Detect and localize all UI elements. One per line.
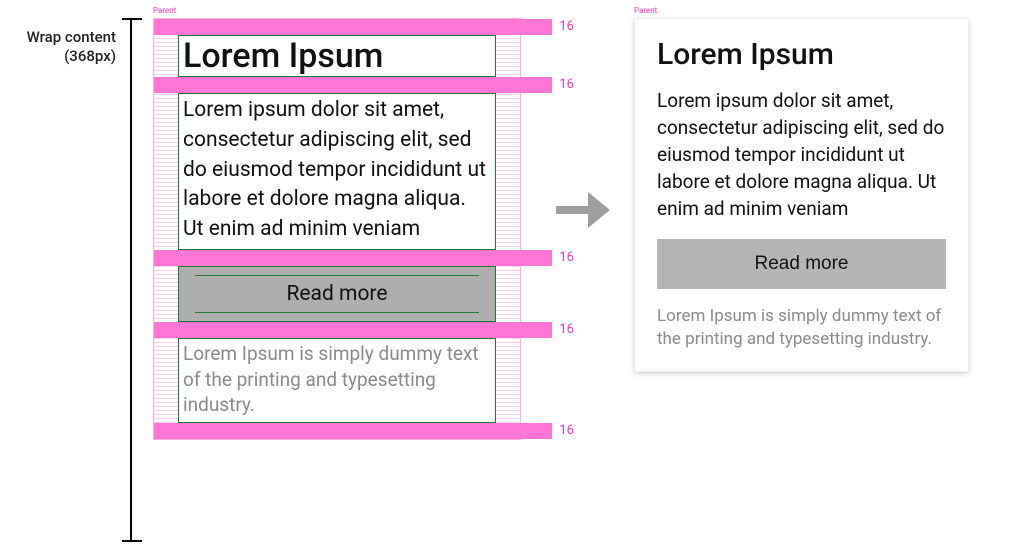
- blueprint-title-box: Lorem Ipsum: [178, 35, 496, 77]
- spacer-value: 16: [559, 322, 574, 337]
- spacer-value: 16: [559, 250, 574, 265]
- dimension-vertical-line: [130, 18, 132, 542]
- button-label-text: Read more: [195, 275, 479, 313]
- blueprint-footer-box: Lorem Ipsum is simply dummy text of the …: [178, 338, 496, 423]
- blueprint-body-box: Lorem ipsum dolor sit amet, consectetur …: [178, 93, 496, 250]
- card-footer: Lorem Ipsum is simply dummy text of the …: [657, 305, 946, 351]
- spacer-bottom: 16: [154, 423, 520, 439]
- rendered-card: Lorem Ipsum Lorem ipsum dolor sit amet, …: [634, 18, 969, 372]
- card-title: Lorem Ipsum: [657, 37, 946, 72]
- dimension-label: Wrap content (368px): [27, 28, 116, 66]
- card-body: Lorem ipsum dolor sit amet, consectetur …: [657, 88, 946, 223]
- title-text: Lorem Ipsum: [179, 36, 495, 76]
- spacer-value: 16: [559, 77, 574, 92]
- arrow-right-icon: [556, 192, 611, 228]
- parent-label-left: Parent: [153, 6, 176, 15]
- spacer-after-body: 16: [154, 250, 520, 266]
- dimension-tick-top: [122, 18, 142, 20]
- parent-label-right: Parent: [634, 6, 657, 15]
- blueprint-button-box: Read more: [178, 266, 496, 322]
- diagram-stage: Parent Parent Wrap content (368px) 16 Lo…: [0, 0, 1024, 557]
- spacer-after-title: 16: [154, 77, 520, 93]
- spacer-value: 16: [559, 423, 574, 438]
- spacer-after-button: 16: [154, 322, 520, 338]
- spacer-top: 16: [154, 19, 520, 35]
- spacer-value: 16: [559, 19, 574, 34]
- dimension-tick-bottom: [122, 540, 142, 542]
- read-more-button[interactable]: Read more: [657, 239, 946, 289]
- blueprint-card: 16 Lorem Ipsum 16 Lorem ipsum dolor sit …: [153, 18, 521, 440]
- body-text: Lorem ipsum dolor sit amet, consectetur …: [179, 94, 495, 249]
- dimension-bracket: Wrap content (368px): [0, 18, 150, 542]
- footer-text: Lorem Ipsum is simply dummy text of the …: [179, 339, 495, 422]
